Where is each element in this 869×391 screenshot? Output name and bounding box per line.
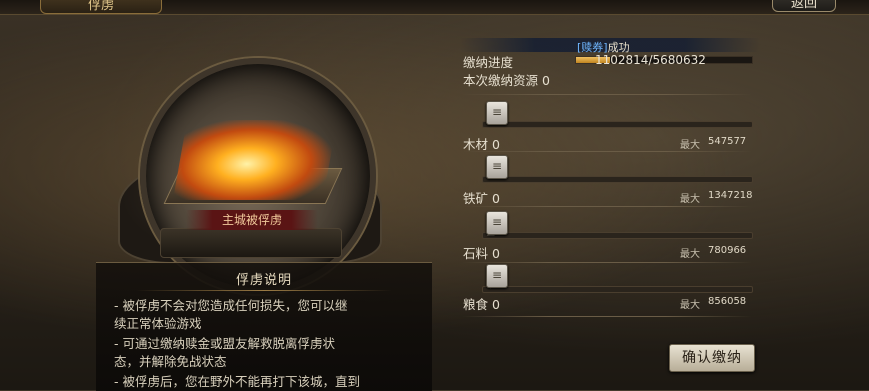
grain-label: 粮食 0: [463, 294, 500, 313]
orb-base: [160, 228, 342, 258]
progress-label: 缴纳进度: [463, 55, 514, 70]
stone-label: 石料 0: [463, 243, 500, 262]
resource-value: 0: [492, 297, 500, 312]
description-line: 续正常体验游戏: [114, 316, 202, 331]
resources-label: 本次缴纳资源 0: [463, 70, 550, 89]
resource-name: 铁矿: [463, 191, 489, 206]
iron-slider-track[interactable]: [482, 176, 753, 183]
max-label: 最大: [680, 300, 700, 311]
resources-value: 0: [542, 73, 550, 88]
resource-value: 0: [492, 246, 500, 261]
description-line: - 被俘虏不会对您造成任何损失，您可以继: [114, 298, 348, 313]
resources-label-text: 本次缴纳资源: [463, 73, 539, 88]
progress-text: 1102814/5680632: [595, 53, 706, 67]
max-value: 856058: [708, 296, 747, 307]
description-line: 态，并解除免战状态: [114, 354, 227, 369]
divider: [462, 262, 752, 263]
max-label: 最大: [680, 140, 700, 151]
iron-label: 铁矿 0: [463, 188, 500, 207]
divider: [462, 206, 752, 207]
max-label: 最大: [680, 249, 700, 260]
resource-name: 石料: [463, 246, 489, 261]
confirm-payment-button[interactable]: 确认缴纳: [669, 344, 755, 372]
description-line: - 可通过缴纳赎金或盟友解救脱离俘虏状: [114, 336, 335, 351]
max-value: 1347218: [708, 190, 753, 201]
page-title: 俘虏: [40, 0, 162, 14]
back-button[interactable]: 返回: [772, 0, 836, 12]
resource-name: 粮食: [463, 297, 489, 312]
grain-slider-handle[interactable]: [486, 264, 508, 288]
resource-name: 木材: [463, 137, 489, 152]
orb-caption: 主城被俘虏: [186, 210, 318, 230]
divider: [462, 316, 752, 317]
grain-slider-track[interactable]: [482, 286, 753, 293]
max-label: 最大: [680, 194, 700, 205]
divider: [136, 290, 392, 291]
wood-slider-handle[interactable]: [486, 101, 508, 125]
resource-value: 0: [492, 137, 500, 152]
iron-slider-handle[interactable]: [486, 155, 508, 179]
max-value: 547577: [708, 136, 747, 147]
description-line: - 被俘虏后，您在野外不能再打下该城，直到: [114, 374, 360, 389]
divider: [462, 94, 752, 95]
divider: [462, 151, 752, 152]
stone-slider-handle[interactable]: [486, 211, 508, 235]
resource-value: 0: [492, 191, 500, 206]
description-panel: 俘虏说明 - 被俘虏不会对您造成任何损失，您可以继 续正常体验游戏 - 可通过缴…: [96, 262, 432, 391]
stone-slider-track[interactable]: [482, 232, 753, 239]
description-title: 俘虏说明: [235, 273, 292, 288]
wood-slider-track[interactable]: [482, 121, 753, 128]
max-value: 780966: [708, 245, 747, 256]
fire-icon: [172, 120, 338, 200]
